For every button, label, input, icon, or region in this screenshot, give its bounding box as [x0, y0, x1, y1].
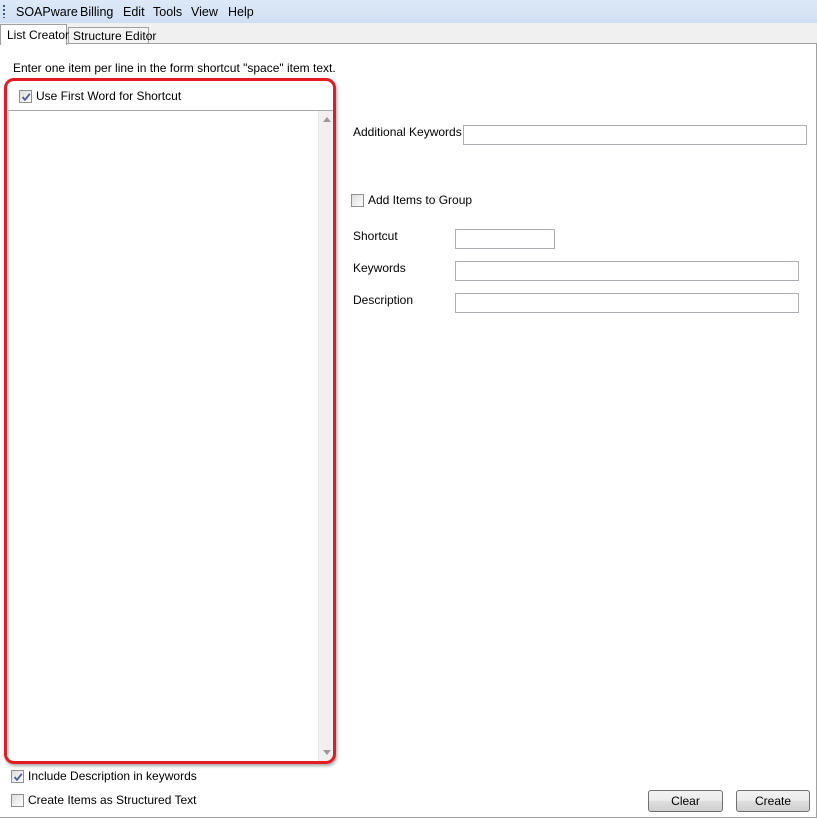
- toolbar-grip-icon[interactable]: [3, 5, 5, 18]
- tab-list-creator[interactable]: List Creator: [0, 24, 69, 45]
- additional-keywords-input[interactable]: [463, 125, 807, 145]
- shortcut-input[interactable]: [455, 229, 555, 249]
- create-structured-checkbox[interactable]: [11, 794, 24, 807]
- additional-keywords-label: Additional Keywords: [353, 125, 462, 139]
- keywords-label: Keywords: [353, 261, 406, 275]
- list-items-textarea[interactable]: [9, 111, 317, 761]
- description-input[interactable]: [455, 293, 799, 313]
- checkmark-icon: [21, 93, 31, 102]
- use-first-word-checkbox[interactable]: [19, 90, 32, 103]
- use-first-word-label: Use First Word for Shortcut: [36, 89, 182, 103]
- tab-structure-editor[interactable]: Structure Editor: [68, 27, 156, 44]
- list-scrollbar[interactable]: [318, 111, 336, 761]
- menu-billing[interactable]: Billing: [80, 5, 113, 20]
- scroll-up-arrow-icon[interactable]: [323, 117, 331, 122]
- menu-bar: SOAPware Billing Edit Tools View Help: [0, 0, 817, 24]
- shortcut-label: Shortcut: [353, 229, 398, 243]
- keywords-input[interactable]: [455, 261, 799, 281]
- checkmark-icon: [13, 773, 23, 782]
- list-items-box: [8, 110, 336, 762]
- create-structured-label: Create Items as Structured Text: [28, 793, 197, 807]
- scroll-down-arrow-icon[interactable]: [323, 750, 331, 755]
- clear-button[interactable]: Clear: [648, 790, 723, 812]
- menu-view[interactable]: View: [191, 5, 218, 20]
- menu-soapware[interactable]: SOAPware: [16, 5, 78, 20]
- include-description-label: Include Description in keywords: [28, 769, 197, 783]
- create-button[interactable]: Create: [736, 790, 810, 812]
- add-items-to-group-label: Add Items to Group: [368, 193, 473, 207]
- include-description-checkbox[interactable]: [11, 770, 24, 783]
- menu-tools[interactable]: Tools: [153, 5, 182, 20]
- instructions-text: Enter one item per line in the form shor…: [13, 61, 336, 75]
- add-items-to-group-checkbox[interactable]: [351, 194, 364, 207]
- menu-help[interactable]: Help: [228, 5, 254, 20]
- description-label: Description: [353, 293, 414, 307]
- menu-edit[interactable]: Edit: [123, 5, 145, 20]
